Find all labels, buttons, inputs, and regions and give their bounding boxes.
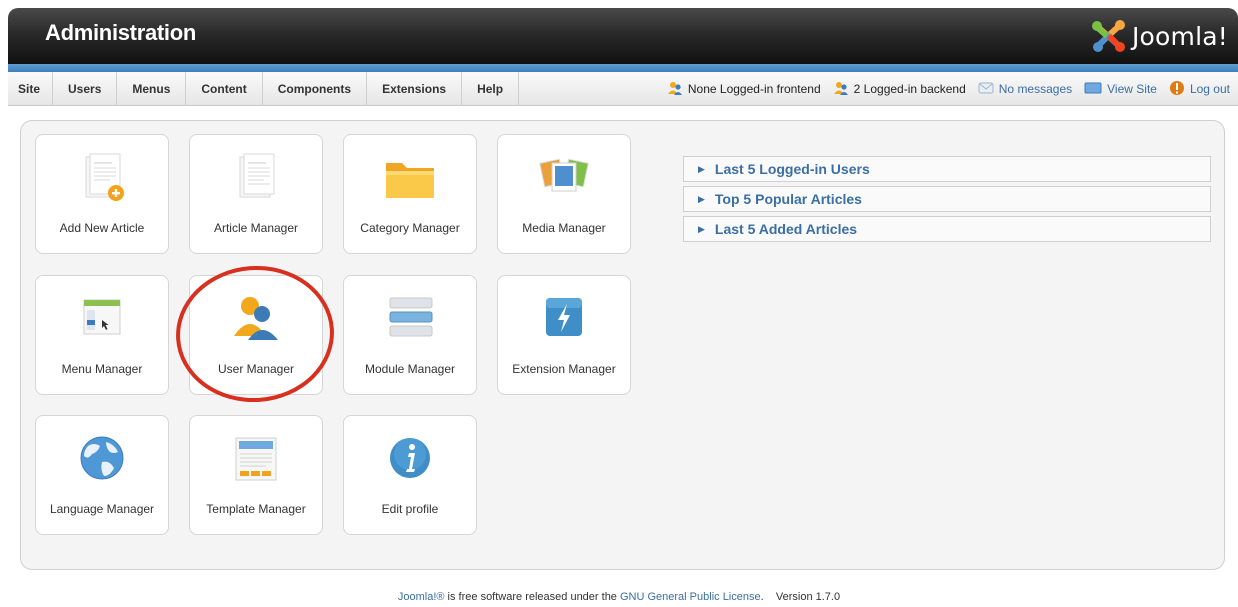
tile-label: Extension Manager xyxy=(512,362,616,376)
users-frontend-icon xyxy=(667,81,683,98)
tile-edit-profile[interactable]: Edit profile xyxy=(343,415,477,535)
tile-user-manager[interactable]: User Manager xyxy=(189,275,323,395)
logout-link[interactable]: Log out xyxy=(1169,80,1230,99)
users-icon xyxy=(190,290,322,348)
panel-top-popular-articles[interactable]: ▶ Top 5 Popular Articles xyxy=(683,186,1211,212)
logo-text: Joomla! xyxy=(1131,21,1228,51)
module-icon xyxy=(344,290,476,348)
logout-text[interactable]: Log out xyxy=(1190,82,1230,96)
menu-help[interactable]: Help xyxy=(462,71,520,106)
tile-label: Language Manager xyxy=(49,502,155,516)
panel-last-added-articles[interactable]: ▶ Last 5 Added Articles xyxy=(683,216,1211,242)
menu-components[interactable]: Components xyxy=(263,71,368,106)
menu-extensions[interactable]: Extensions xyxy=(367,71,463,106)
footer-text: is free software released under the xyxy=(444,591,620,603)
status-bar: None Logged-in frontend 2 Logged-in back… xyxy=(655,72,1230,106)
frontend-status-text: None Logged-in frontend xyxy=(687,82,821,96)
logout-icon xyxy=(1169,80,1185,99)
view-site-link[interactable]: View Site xyxy=(1084,82,1157,97)
joomla-logo-icon xyxy=(1091,20,1125,52)
control-panel: Add New Article Article Manager Category… xyxy=(20,120,1225,570)
tile-label: Category Manager xyxy=(360,221,460,235)
footer: Joomla!® is free software released under… xyxy=(0,591,1238,603)
expand-arrow-icon: ▶ xyxy=(698,193,705,204)
menu-menus[interactable]: Menus xyxy=(117,71,187,106)
expand-arrow-icon: ▶ xyxy=(698,223,705,234)
panel-title: Last 5 Added Articles xyxy=(714,221,858,237)
menu-site[interactable]: Site xyxy=(8,71,54,106)
tile-media-manager[interactable]: Media Manager xyxy=(497,134,631,254)
media-icon xyxy=(498,149,630,207)
panel-title: Last 5 Logged-in Users xyxy=(714,161,870,177)
tile-label: Media Manager xyxy=(522,221,606,235)
view-site-text[interactable]: View Site xyxy=(1107,82,1157,96)
tile-language-manager[interactable]: Language Manager xyxy=(35,415,169,535)
menu-content[interactable]: Content xyxy=(186,71,263,106)
tile-module-manager[interactable]: Module Manager xyxy=(343,275,477,395)
tile-category-manager[interactable]: Category Manager xyxy=(343,134,477,254)
page-title: Administration xyxy=(45,20,197,45)
main-menubar: Site Users Menus Content Components Exte… xyxy=(8,71,1238,106)
tile-template-manager[interactable]: Template Manager xyxy=(189,415,323,535)
menu-icon xyxy=(36,290,168,348)
expand-arrow-icon: ▶ xyxy=(698,163,705,174)
admin-header: Administration Joomla! xyxy=(8,8,1238,64)
tile-label: Article Manager xyxy=(213,221,299,235)
tile-extension-manager[interactable]: Extension Manager xyxy=(497,275,631,395)
tile-label: Menu Manager xyxy=(61,362,143,376)
tile-label: Template Manager xyxy=(206,502,306,516)
message-icon xyxy=(978,82,994,97)
template-icon xyxy=(190,430,322,488)
footer-version: . Version 1.7.0 xyxy=(760,591,841,603)
panel-title: Top 5 Popular Articles xyxy=(714,191,862,207)
joomla-logo[interactable]: Joomla! xyxy=(1090,16,1228,56)
menu-users[interactable]: Users xyxy=(53,71,118,106)
tile-menu-manager[interactable]: Menu Manager xyxy=(35,275,169,395)
tile-add-new-article[interactable]: Add New Article xyxy=(35,134,169,254)
tile-label: Edit profile xyxy=(381,502,439,516)
messages-link[interactable]: No messages xyxy=(978,82,1072,97)
backend-status: 2 Logged-in backend xyxy=(833,81,966,98)
users-backend-icon xyxy=(833,81,849,98)
extension-icon xyxy=(498,290,630,348)
panel-last-logged-in-users[interactable]: ▶ Last 5 Logged-in Users xyxy=(683,156,1211,182)
folder-icon xyxy=(344,149,476,207)
messages-text[interactable]: No messages xyxy=(999,82,1072,96)
joomla-link[interactable]: Joomla!® xyxy=(398,591,445,603)
monitor-icon xyxy=(1084,82,1102,97)
add-article-icon xyxy=(36,149,168,207)
article-icon xyxy=(190,149,322,207)
globe-icon xyxy=(36,430,168,488)
frontend-status: None Logged-in frontend xyxy=(667,81,821,98)
backend-status-text: 2 Logged-in backend xyxy=(853,82,966,96)
tile-article-manager[interactable]: Article Manager xyxy=(189,134,323,254)
info-icon xyxy=(344,430,476,488)
tile-label: Module Manager xyxy=(364,362,456,376)
license-link[interactable]: GNU General Public License xyxy=(620,591,761,603)
tile-label: Add New Article xyxy=(59,221,145,235)
tile-label: User Manager xyxy=(217,362,295,376)
